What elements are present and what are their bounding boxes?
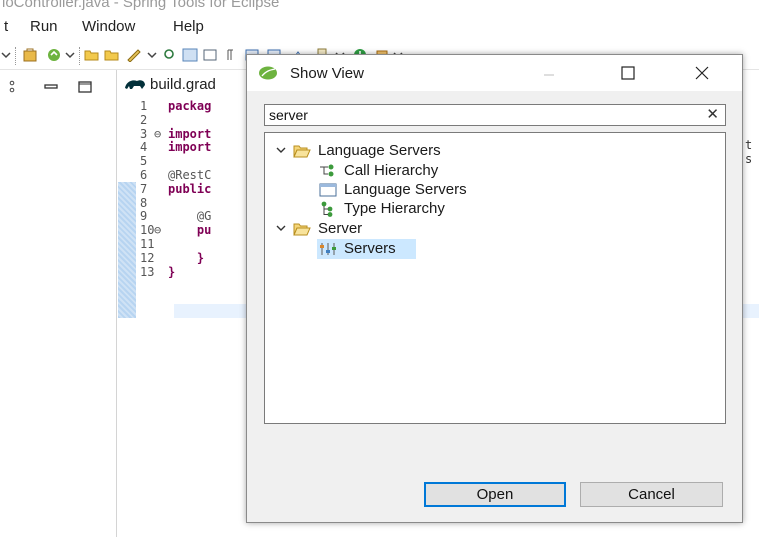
- code-text: public: [168, 181, 212, 196]
- tree-item-call-hierarchy[interactable]: Call Hierarchy: [319, 161, 519, 181]
- code-text: import: [168, 140, 212, 155]
- tree-item-servers[interactable]: Servers: [317, 239, 416, 259]
- toggle-mark-icon[interactable]: [202, 48, 218, 62]
- type-hierarchy-icon: [321, 201, 333, 217]
- tree-item-language-servers[interactable]: Language Servers: [319, 180, 539, 200]
- view-window-icon: [319, 183, 337, 197]
- servers-icon: [320, 243, 336, 255]
- code-line: 1 packag: [140, 100, 211, 113]
- minimize-icon[interactable]: [539, 63, 559, 83]
- dropdown-arrow-icon[interactable]: [64, 48, 76, 62]
- call-hierarchy-icon: [320, 164, 334, 177]
- chevron-down-icon[interactable]: [275, 222, 287, 234]
- editor-tab-label: build.grad: [150, 76, 216, 93]
- menu-bar: t Run Window Help: [0, 14, 759, 40]
- tree-category-language-servers[interactable]: Language Servers: [275, 141, 515, 161]
- tree-item-label: Call Hierarchy: [344, 162, 439, 179]
- code-line: 10 ⊖ pu: [140, 224, 211, 237]
- view-menu-icon[interactable]: [8, 80, 16, 94]
- code-line: 9 @G: [140, 210, 211, 223]
- code-line: 12 }: [140, 250, 205, 265]
- line-number: 5: [140, 154, 148, 169]
- tree-item-label: Type Hierarchy: [344, 200, 445, 217]
- open-button[interactable]: Open: [424, 482, 566, 507]
- code-line: 13}: [140, 264, 176, 279]
- code-line: 4 import: [140, 141, 211, 154]
- maximize-icon[interactable]: [618, 63, 638, 83]
- line-number: 2: [140, 112, 148, 127]
- menu-item-run[interactable]: Run: [30, 18, 58, 35]
- line-number: 13: [140, 264, 155, 279]
- code-fragment: s: [745, 152, 753, 166]
- line-number: 4: [140, 140, 148, 155]
- overview-ruler: [118, 182, 136, 318]
- filter-input[interactable]: [269, 107, 689, 123]
- dialog-title: Show View: [290, 65, 364, 82]
- maximize-icon[interactable]: [78, 80, 92, 94]
- open-folder-icon[interactable]: [84, 48, 100, 62]
- code-text: }: [168, 264, 176, 279]
- window-title-bar: loController.java - Spring Tools for Ecl…: [0, 0, 759, 14]
- window-title: loController.java - Spring Tools for Ecl…: [2, 0, 280, 11]
- tree-category-server[interactable]: Server: [275, 219, 435, 239]
- pencil-icon[interactable]: [126, 48, 142, 62]
- code-text: import: [168, 126, 212, 141]
- minimize-icon[interactable]: [44, 80, 58, 94]
- code-line: 3 ⊖ import: [140, 126, 212, 141]
- search-toolbar-icon[interactable]: [162, 48, 178, 62]
- line-number: 6: [140, 168, 148, 182]
- cancel-button[interactable]: Cancel: [580, 482, 723, 507]
- dropdown-arrow-icon[interactable]: [0, 48, 12, 62]
- gradle-elephant-icon: [125, 80, 145, 89]
- line-number: 7: [140, 181, 148, 196]
- code-text: }: [168, 250, 205, 265]
- menu-item-window[interactable]: Window: [82, 18, 135, 35]
- code-text: packag: [168, 99, 212, 113]
- line-number: 8: [140, 195, 148, 210]
- code-line: 2: [140, 112, 168, 127]
- toolbar-separator: [79, 47, 80, 65]
- package-explorer-panel: [0, 70, 117, 537]
- pin-editor-icon[interactable]: [182, 48, 198, 62]
- code-line: 11: [140, 238, 168, 251]
- fold-marker[interactable]: ⊖: [154, 224, 161, 237]
- code-fragment: t: [745, 138, 753, 152]
- tree-item-label: Language Servers: [344, 181, 467, 198]
- new-project-icon[interactable]: [22, 48, 38, 62]
- menu-item-help[interactable]: Help: [173, 18, 204, 35]
- tree-item-label: Servers: [344, 240, 396, 257]
- code-line: 8: [140, 195, 168, 210]
- code-line: 6 @RestC: [140, 169, 211, 182]
- line-number: 12: [140, 250, 155, 265]
- filter-field: ✕: [264, 104, 726, 126]
- show-view-dialog: Show View ✕ Language Servers Call Hierar…: [246, 54, 743, 523]
- view-tree: Language Servers Call Hierarchy Language…: [264, 132, 726, 424]
- code-text: @G: [168, 209, 212, 224]
- toolbar-separator: [15, 47, 16, 65]
- chevron-down-icon[interactable]: [275, 144, 287, 156]
- tree-item-type-hierarchy[interactable]: Type Hierarchy: [319, 199, 519, 219]
- folder-open-icon: [293, 223, 311, 236]
- code-line: 5: [140, 155, 168, 168]
- close-icon[interactable]: [692, 63, 712, 83]
- code-text: pu: [168, 223, 212, 238]
- line-number: 1: [140, 99, 148, 113]
- show-whitespace-icon[interactable]: [222, 48, 238, 62]
- code-line: 7 public: [140, 181, 212, 196]
- spring-boot-icon[interactable]: [46, 48, 62, 62]
- clear-filter-icon[interactable]: ✕: [706, 106, 719, 124]
- code-text: @RestC: [168, 168, 212, 182]
- dialog-title-bar: Show View: [247, 55, 742, 91]
- folder-icon[interactable]: [104, 48, 120, 62]
- tree-category-label: Server: [318, 220, 363, 237]
- tree-category-label: Language Servers: [318, 142, 441, 159]
- menu-item-project[interactable]: t: [4, 18, 8, 35]
- line-number: 9: [140, 209, 148, 224]
- dropdown-arrow-icon[interactable]: [146, 48, 158, 62]
- editor-tab-build-gradle[interactable]: build.grad: [120, 72, 250, 96]
- folder-open-icon: [293, 145, 311, 158]
- line-number: 11: [140, 237, 155, 251]
- fold-marker[interactable]: ⊖: [154, 127, 161, 141]
- spring-leaf-icon: [259, 66, 277, 80]
